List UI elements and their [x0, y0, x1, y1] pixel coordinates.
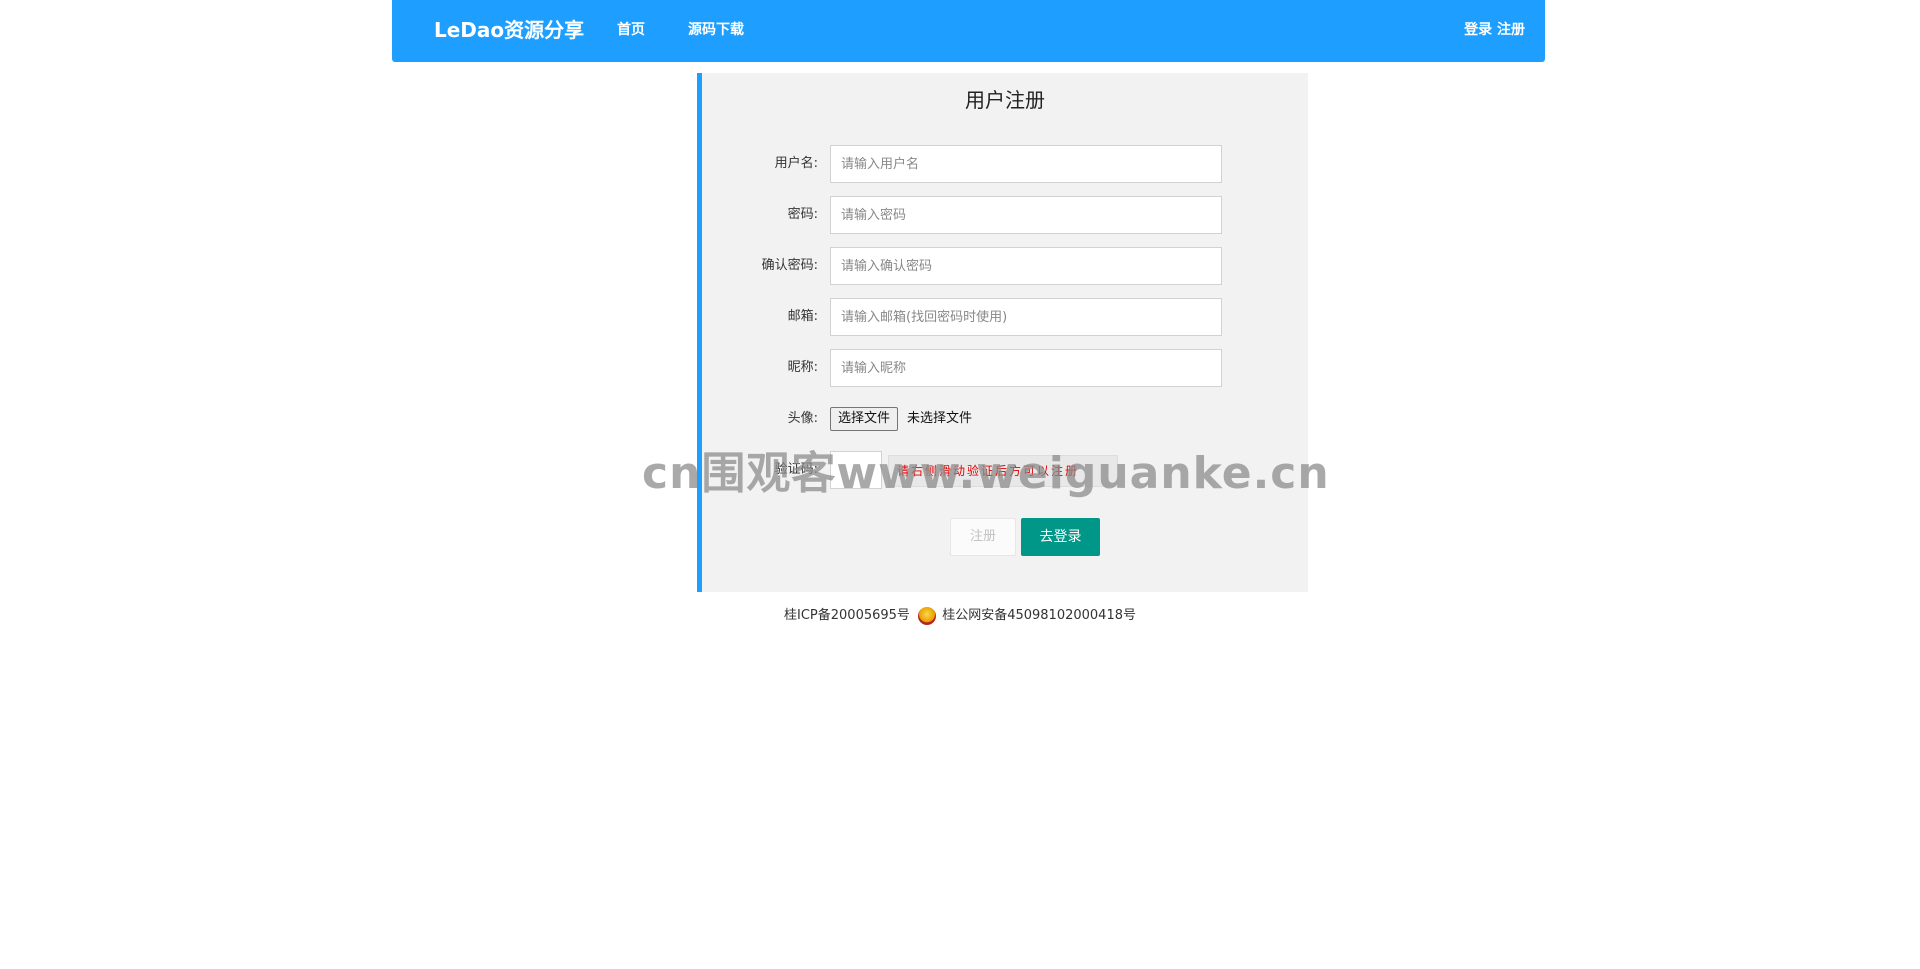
go-login-button[interactable]: 去登录	[1021, 518, 1100, 556]
username-input[interactable]	[830, 145, 1222, 183]
police-badge-icon	[918, 607, 937, 625]
register-button[interactable]: 注册	[950, 518, 1016, 556]
avatar-label: 头像:	[787, 411, 818, 426]
password-input[interactable]	[830, 196, 1222, 234]
confirm-password-row: 确认密码:	[702, 247, 1313, 285]
site-footer: 桂ICP备20005695号 桂公网安备45098102000418号	[0, 606, 1920, 627]
username-label: 用户名:	[774, 156, 818, 171]
nav-link-home[interactable]: 首页	[617, 20, 645, 40]
captcha-hint[interactable]: 请右侧滑动验证后方可以注册	[888, 455, 1118, 487]
nickname-input[interactable]	[830, 349, 1222, 387]
password-label: 密码:	[787, 207, 818, 222]
top-navbar: LeDao资源分享 首页 源码下载 登录 注册	[392, 0, 1545, 62]
nav-link-source-download[interactable]: 源码下载	[688, 20, 744, 40]
nav-login-link[interactable]: 登录	[1464, 22, 1492, 38]
nav-user-links: 登录 注册	[1464, 20, 1525, 40]
confirm-password-label: 确认密码:	[761, 258, 818, 273]
site-brand[interactable]: LeDao资源分享	[434, 16, 584, 44]
email-input[interactable]	[830, 298, 1222, 336]
police-record-link[interactable]: 桂公网安备45098102000418号	[942, 608, 1136, 623]
file-status-text: 未选择文件	[907, 411, 973, 426]
email-row: 邮箱:	[702, 298, 1313, 336]
email-label: 邮箱:	[787, 309, 818, 324]
username-row: 用户名:	[702, 145, 1313, 183]
page-title: 用户注册	[965, 88, 1045, 112]
captcha-input[interactable]	[830, 451, 882, 489]
choose-file-button[interactable]: 选择文件	[830, 407, 899, 431]
captcha-label: 验证码:	[774, 462, 818, 477]
confirm-password-input[interactable]	[830, 247, 1222, 285]
nav-register-link[interactable]: 注册	[1497, 22, 1525, 38]
icp-record-link[interactable]: 桂ICP备20005695号	[784, 608, 910, 623]
register-panel: 用户注册 用户名: 密码: 确认密码: 邮箱: 昵称: 头像: 选择文件 未选择…	[697, 73, 1308, 592]
password-row: 密码:	[702, 196, 1313, 234]
avatar-row: 头像: 选择文件 未选择文件	[702, 400, 1313, 438]
captcha-row: 验证码: 请右侧滑动验证后方可以注册	[702, 451, 1313, 489]
nickname-row: 昵称:	[702, 349, 1313, 387]
nickname-label: 昵称:	[787, 360, 818, 375]
